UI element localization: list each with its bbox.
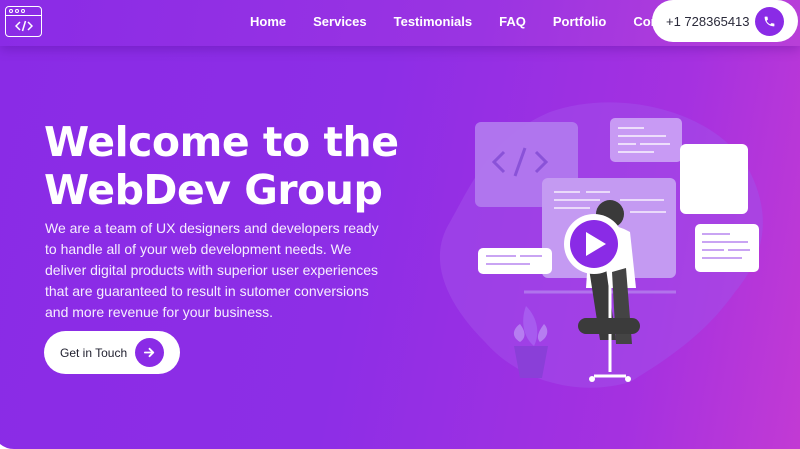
hero-description: We are a team of UX designers and develo… — [45, 220, 379, 320]
phone-number[interactable]: +1 728365413 — [666, 14, 750, 29]
get-in-touch-button[interactable]: Get in Touch — [44, 331, 180, 374]
main-nav: Home Services Testimonials FAQ Portfolio… — [240, 0, 709, 42]
nav-link-portfolio[interactable]: Portfolio — [553, 14, 606, 29]
top-navbar: Home Services Testimonials FAQ Portfolio… — [0, 0, 800, 46]
nav-link-faq[interactable]: FAQ — [499, 14, 526, 29]
hero-illustration — [439, 102, 763, 388]
arrow-right-icon — [135, 338, 164, 367]
get-in-touch-label: Get in Touch — [60, 345, 128, 360]
phone-icon[interactable] — [755, 7, 784, 36]
hero-title: Welcome to the WebDev Group — [44, 118, 424, 214]
nav-link-testimonials[interactable]: Testimonials — [394, 14, 473, 29]
hero-title-line-1: Welcome to the — [44, 118, 399, 166]
phone-contact-pill[interactable]: +1 728365413 — [652, 0, 798, 42]
bottom-wave — [0, 444, 14, 449]
code-window-icon[interactable] — [5, 6, 42, 37]
nav-link-services[interactable]: Services — [313, 14, 367, 29]
nav-link-home[interactable]: Home — [250, 14, 286, 29]
hero-title-line-2: WebDev Group — [44, 166, 383, 214]
